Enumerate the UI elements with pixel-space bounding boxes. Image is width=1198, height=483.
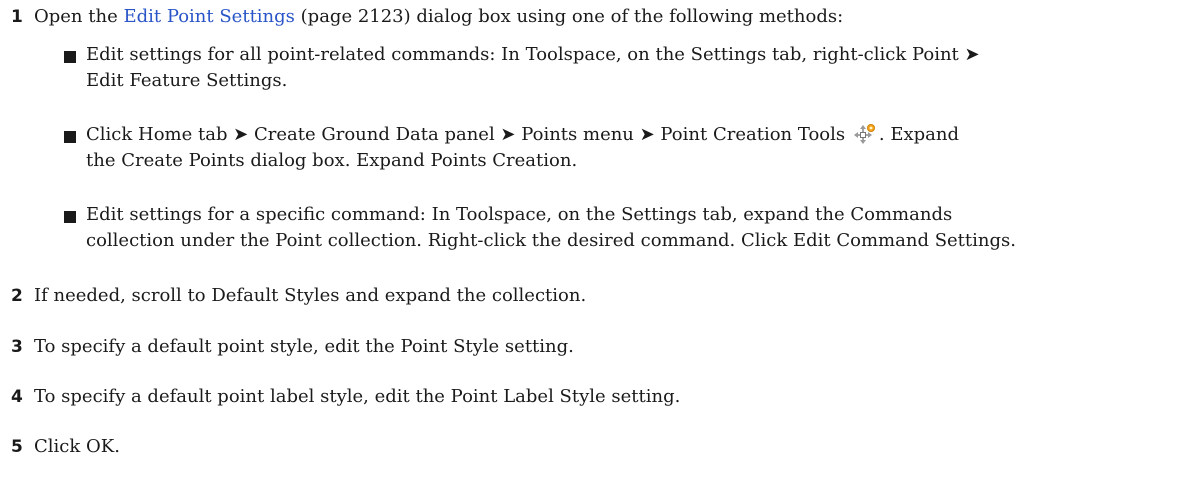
- step-text: If needed, scroll to Default Styles and …: [34, 285, 587, 306]
- step-text: To specify a default point style, edit t…: [34, 336, 574, 357]
- bullet-line-1: Click Home tab ➤ Create Ground Data pane…: [86, 122, 959, 148]
- step-text-post: (page 2123) dialog box using one of the …: [294, 6, 844, 27]
- bullet-line-1: Edit settings for all point-related comm…: [86, 44, 980, 65]
- edit-point-settings-link[interactable]: Edit Point Settings: [123, 6, 294, 27]
- bullet-line-1-post: . Expand: [878, 124, 959, 145]
- step-text-pre: Open the: [34, 6, 124, 27]
- bullet-square-icon: [64, 211, 76, 223]
- step-number: 4: [11, 387, 23, 407]
- step-number: 5: [11, 437, 23, 457]
- bullet-square-icon: [64, 51, 76, 63]
- bullet-line-1-pre: Click Home tab ➤ Create Ground Data pane…: [86, 124, 846, 145]
- step-text: Open the Edit Point Settings (page 2123)…: [34, 4, 843, 30]
- point-creation-tools-icon: [853, 124, 875, 144]
- step-number: 2: [11, 286, 23, 306]
- step-text: Click OK.: [34, 436, 120, 457]
- step-number: 1: [11, 7, 23, 27]
- bullet-line-2: Edit Feature Settings.: [86, 70, 288, 91]
- bullet-line-2: the Create Points dialog box. Expand Poi…: [86, 150, 578, 171]
- bullet-square-icon: [64, 131, 76, 143]
- bullet-line-2: collection under the Point collection. R…: [86, 230, 1016, 251]
- step-text: To specify a default point label style, …: [34, 386, 681, 407]
- bullet-line-1: Edit settings for a specific command: In…: [86, 204, 953, 225]
- step-number: 3: [11, 337, 23, 357]
- procedure-steps: 1 Open the Edit Point Settings (page 212…: [0, 0, 1198, 483]
